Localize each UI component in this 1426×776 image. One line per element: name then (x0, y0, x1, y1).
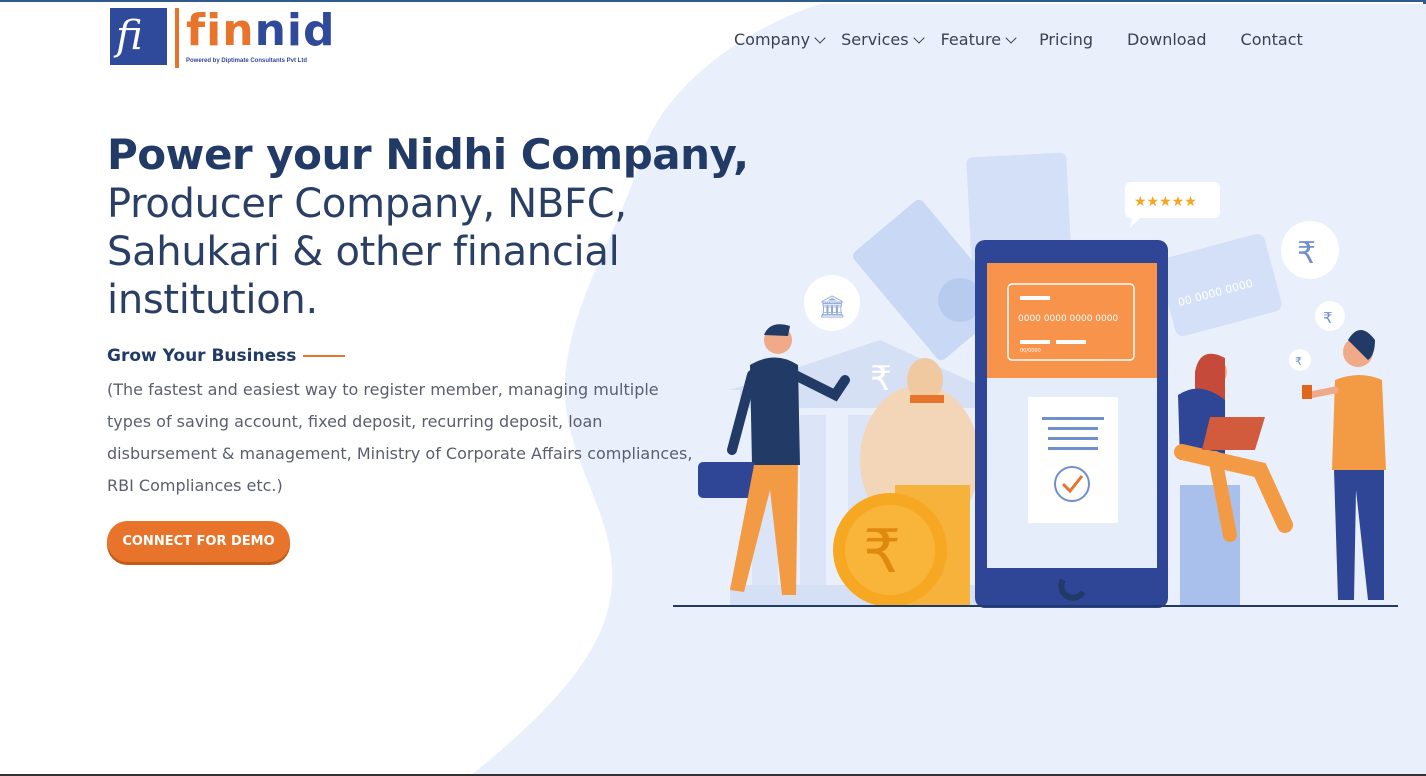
hero-title-line: Sahukari & other financial (107, 229, 620, 275)
nav-item-label: Download (1127, 30, 1207, 49)
svg-text:🏛: 🏛 (818, 295, 846, 320)
svg-text:₹: ₹ (1323, 309, 1333, 327)
logo-tagline: Powered by Diptimate Consultants Pvt Ltd (186, 58, 308, 64)
svg-text:₹: ₹ (863, 517, 901, 587)
hero-subtitle: Grow Your Business (107, 346, 346, 366)
rating-bubble: ★★★★★ (1125, 182, 1220, 228)
nav-item-label: Feature (940, 30, 1002, 49)
nav-item-pricing[interactable]: Pricing (1039, 28, 1093, 52)
nav-item-services[interactable]: Services (841, 28, 925, 52)
hero-illustration: ₹ 00 0000 0000 ★★★★★ ₹ ₹ ₹ 🏛 ₹ 0000 0000… (673, 152, 1398, 608)
nav-item-company[interactable]: Company (734, 28, 826, 52)
chevron-down-icon (912, 31, 925, 44)
subtitle-underline (303, 355, 346, 357)
card-expiry: 00/0000 (1020, 348, 1041, 354)
hero-title: Power your Nidhi Company, Producer Compa… (107, 130, 749, 324)
woman-standing-illustration (1302, 330, 1386, 600)
card-number: 0000 0000 0000 0000 (1018, 314, 1118, 324)
nav-item-label: Contact (1240, 30, 1303, 49)
logo-mark-letters: fi (116, 13, 143, 59)
star-icon: ★★★★★ (1134, 194, 1197, 210)
logo-word-nid: nid (254, 5, 336, 56)
nav-item-label: Services (841, 30, 909, 49)
brand-logo[interactable]: fi finnid Powered by Diptimate Consultan… (110, 8, 335, 68)
nav-item-contact[interactable]: Contact (1241, 28, 1303, 52)
phone-icon: 0000 0000 0000 0000 00/0000 (975, 240, 1168, 608)
credit-card-icon: 00 0000 0000 (1158, 233, 1282, 337)
nav-item-label: Pricing (1039, 30, 1093, 49)
logo-mark-icon: fi (110, 8, 167, 65)
hero-title-line: institution. (107, 277, 318, 323)
chevron-down-icon (1005, 31, 1017, 44)
hero-description: (The fastest and easiest way to register… (107, 380, 693, 495)
floor-line (673, 605, 1398, 607)
logo-wordmark: finnid (186, 8, 335, 54)
svg-text:₹: ₹ (1297, 236, 1316, 271)
nav-item-feature[interactable]: Feature (940, 28, 1017, 52)
subtitle-text: Grow Your Business (107, 346, 297, 366)
logo-text: finnid Powered by Diptimate Consultants … (186, 8, 335, 65)
logo-separator (175, 8, 179, 68)
chevron-down-icon (814, 31, 826, 44)
hero-title-line: Producer Company, NBFC, (107, 181, 627, 227)
nav-item-label: Company (734, 30, 811, 49)
connect-demo-button[interactable]: CONNECT FOR DEMO (107, 521, 290, 562)
svg-text:₹: ₹ (870, 359, 892, 399)
logo-word-fin: fin (186, 5, 255, 56)
nav-item-download[interactable]: Download (1127, 28, 1207, 52)
main-nav: Company Services Feature Pricing Downloa… (734, 28, 1303, 52)
rupee-coin-icon: ₹ (833, 493, 947, 607)
svg-text:₹: ₹ (1295, 355, 1302, 368)
hero-title-bold: Power your Nidhi Company, (107, 130, 749, 179)
